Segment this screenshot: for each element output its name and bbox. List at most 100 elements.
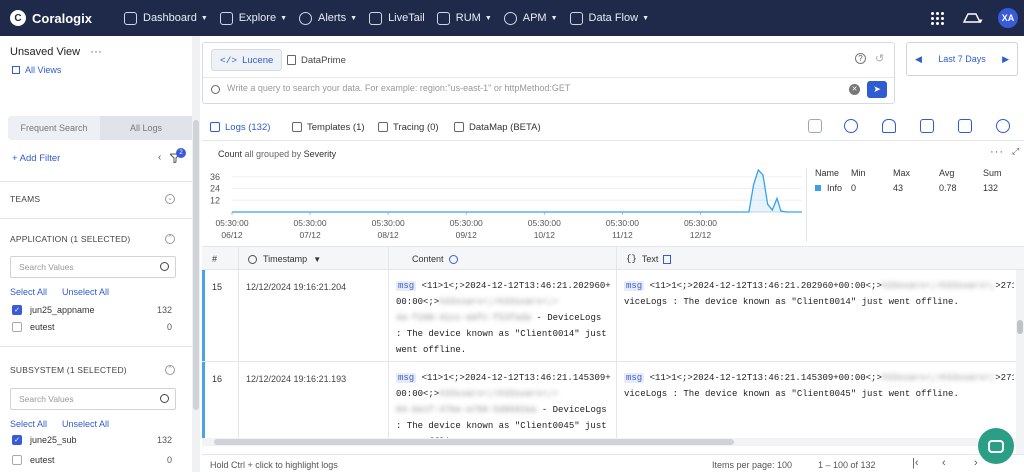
gear-icon[interactable] [996,119,1010,133]
tab-dataprime[interactable]: DataPrime [279,49,354,71]
sidebar-scrollbar[interactable] [192,36,200,472]
content-tag[interactable]: msg [396,281,417,291]
chart-menu-icon[interactable]: ··· [990,146,1004,158]
refresh-icon[interactable] [844,119,858,133]
content-tag[interactable]: msg [624,373,645,383]
nav-alerts[interactable]: Alerts ▼ [299,0,357,36]
row-timestamp: 12/12/2024 19:16:21.204 [246,282,347,292]
nav-dashboard[interactable]: Dashboard ▼ [124,0,208,36]
tab-logs[interactable]: Logs (132) [210,113,270,141]
teams-header[interactable]: TEAMS [10,194,40,204]
teams-expand-icon[interactable]: ⌄ [165,194,175,204]
row-content[interactable]: msg <11>1<;>2024-12-12T13:46:21.202960+ 0… [396,278,616,358]
apps-grid-icon[interactable] [931,11,944,25]
col-content[interactable]: Content [412,247,458,271]
next-page-icon[interactable]: › [974,457,978,469]
col-timestamp[interactable]: Timestamp ▼ [248,247,321,271]
application-search-input[interactable]: Search Values [10,256,176,278]
alert-shape-icon[interactable] [808,119,822,133]
tab-datamap[interactable]: DataMap (BETA) [454,113,541,141]
application-header[interactable]: APPLICATION (1 SELECTED) [10,234,130,244]
brand-logo[interactable]: C Coralogix [10,10,108,26]
subsystem-option[interactable]: eutest 0 [12,455,172,465]
nav-livetail[interactable]: LiveTail [369,0,425,36]
content-tag[interactable]: msg [624,281,645,291]
subsystem-option[interactable]: ✓ june25_sub 132 [12,435,172,445]
text-line: viceLogs : The device known as "Client00… [624,297,959,307]
checkbox-unchecked[interactable] [12,455,22,465]
scrollbar-thumb[interactable] [1017,320,1023,334]
text-column-icon[interactable] [663,254,672,264]
caret-down-icon: ▼ [484,14,492,22]
subsystem-search-input[interactable]: Search Values [10,388,176,410]
columns-settings-icon[interactable] [920,119,934,133]
row-text[interactable]: msg <11>1<;>2024-12-12T13:46:21.202960+0… [624,278,1014,310]
content-line: went offline. [396,345,467,355]
next-range-icon[interactable]: ▶ [1002,54,1009,65]
dashboard-icon [124,11,137,25]
bell-icon[interactable] [882,119,896,133]
prev-range-icon[interactable]: ◀ [915,54,922,65]
caret-down-icon: ▼ [350,14,358,22]
run-query-button[interactable]: ➤ [867,81,887,98]
table-vertical-scrollbar[interactable] [1016,270,1024,454]
redacted-text: 84-be1f-47be-a790-5d8682ea [396,405,537,415]
col-text[interactable]: {} Text [626,247,672,271]
content-tag[interactable]: msg [396,373,417,383]
tab-templates[interactable]: Templates (1) [292,113,365,141]
group-field[interactable]: Severity [304,149,337,159]
content-settings-icon[interactable] [448,254,458,264]
scrollbar-thumb[interactable] [214,439,734,445]
legend-name[interactable]: Info [827,183,842,193]
query-input[interactable]: Write a query to search your data. For e… [227,83,570,93]
expand-icon[interactable]: ⤢ [1012,146,1019,157]
chat-support-button[interactable] [978,428,1014,464]
first-page-icon[interactable]: |‹ [912,457,919,469]
view-more-icon[interactable]: ··· [90,44,102,58]
option-label: june25_sub [30,435,77,445]
checkbox-checked[interactable]: ✓ [12,435,22,445]
add-filter-button[interactable]: + Add Filter [12,153,60,164]
tab-frequent-search[interactable]: Frequent Search [8,116,100,140]
nav-data-flow[interactable]: Data Flow ▼ [569,0,649,36]
subsystem-header[interactable]: SUBSYSTEM (1 SELECTED) [10,365,127,375]
application-option[interactable]: ✓ jun25_appname 132 [12,305,172,315]
subsystem-collapse-icon[interactable]: ⌃ [165,365,175,375]
sort-desc-icon[interactable]: ▼ [313,255,321,264]
application-option[interactable]: eutest 0 [12,322,172,332]
bell-settings-icon[interactable]: ▾ [962,12,984,24]
checkbox-unchecked[interactable] [12,322,22,332]
user-avatar[interactable]: XA [998,8,1018,28]
all-views-link[interactable]: All Views [12,65,61,75]
prev-page-icon[interactable]: ‹ [942,457,946,469]
table-row[interactable]: 16 12/12/2024 19:16:21.193 msg <11>1<;>202… [202,362,1016,447]
items-per-page-select[interactable]: Items per page: 100 [712,460,792,470]
tab-tracing[interactable]: Tracing (0) [378,113,439,141]
tab-all-logs[interactable]: All Logs [100,116,192,140]
row-text[interactable]: msg <11>1<;>2024-12-12T13:46:21.145309+0… [624,370,1014,402]
panel-layout-icon[interactable] [958,119,972,133]
option-count: 0 [166,455,172,465]
time-range-picker[interactable]: ◀ Last 7 Days ▶ [906,42,1018,76]
table-row[interactable]: 15 12/12/2024 19:16:21.204 msg <11>1<;>202… [202,270,1016,362]
help-icon[interactable]: ? [855,53,866,64]
scrollbar-thumb[interactable] [193,120,199,410]
coralogix-logo-icon: C [10,10,26,26]
collapse-chevron-icon[interactable]: ‹ [158,152,161,163]
table-horizontal-scrollbar[interactable] [202,438,1016,446]
checkbox-checked[interactable]: ✓ [12,305,22,315]
nav-rum[interactable]: RUM ▼ [436,0,492,36]
nav-explore[interactable]: Explore ▼ [219,0,287,36]
highlight-hint: Hold Ctrl + click to highlight logs [210,460,338,470]
subsystem-unselect-all[interactable]: Unselect All [62,419,109,429]
application-collapse-icon[interactable]: ⌃ [165,234,175,244]
clear-query-icon[interactable]: ✕ [849,84,860,95]
subsystem-select-all[interactable]: Select All [10,419,47,429]
tab-lucene[interactable]: </> Lucene [211,49,283,71]
x-tick-label: 05:30:00 [372,218,405,228]
application-unselect-all[interactable]: Unselect All [62,287,109,297]
subsystem-search-placeholder: Search Values [19,394,74,404]
application-select-all[interactable]: Select All [10,287,47,297]
history-icon[interactable]: ↺ [875,52,884,65]
nav-apm[interactable]: APM ▼ [503,0,558,36]
